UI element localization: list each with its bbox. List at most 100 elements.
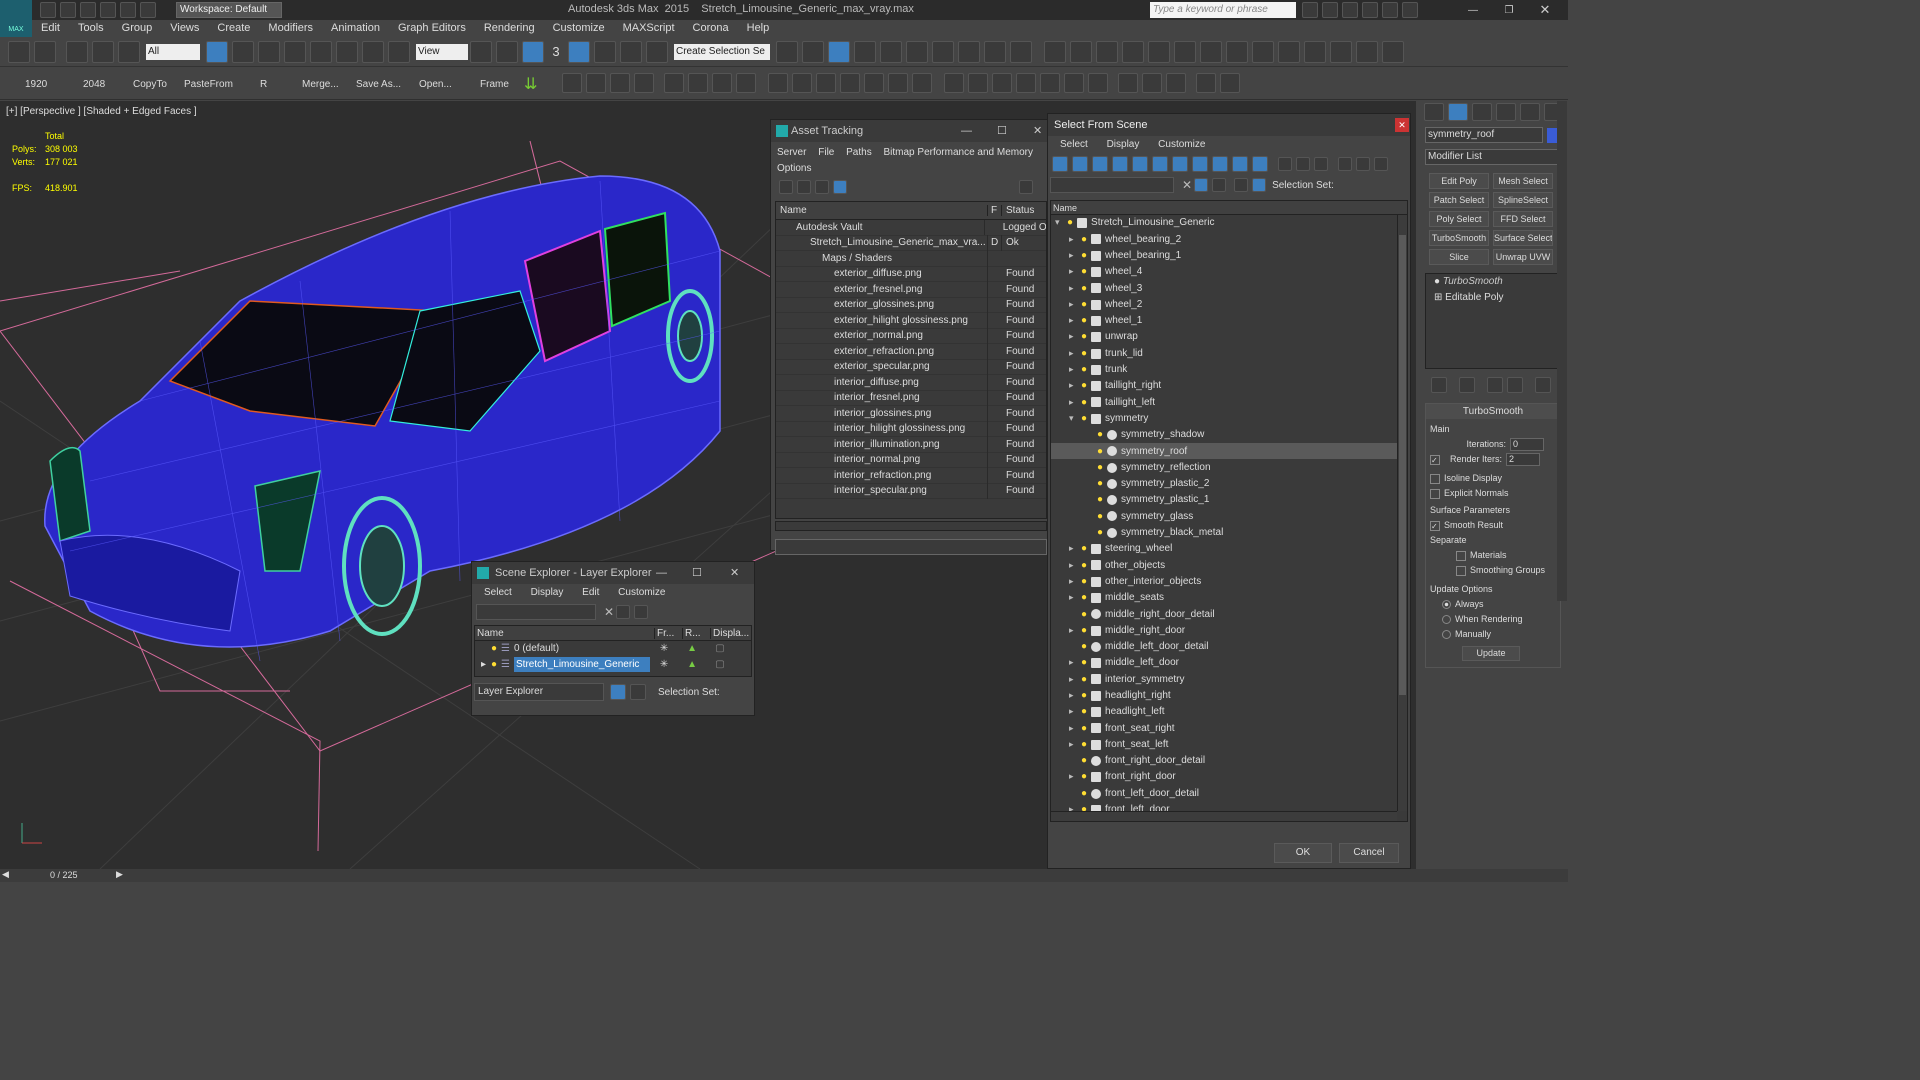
asset-row[interactable]: interior_fresnel.png Found [776, 390, 1046, 406]
selection-filter-dropdown[interactable]: All [146, 43, 200, 60]
col-render[interactable]: R... [683, 627, 711, 639]
gear-icon[interactable] [688, 73, 708, 93]
scene-tree-item[interactable]: ▸ ● taillight_left [1051, 394, 1407, 410]
snaps-toggle[interactable]: 3 [546, 41, 566, 63]
menu-customize[interactable]: Customize [544, 20, 614, 37]
make-unique-icon[interactable] [1487, 377, 1503, 393]
filter-spacewarps-icon[interactable] [1152, 156, 1168, 172]
table-view-icon[interactable] [833, 180, 847, 194]
expand-arrow-icon[interactable]: ▸ [1069, 329, 1081, 345]
layer-row-default[interactable]: ● ☰ 0 (default) ✳ ▲ ▢ [475, 641, 751, 657]
close-icon[interactable]: ✕ [730, 562, 739, 584]
tree-column-header[interactable]: Name [1051, 201, 1407, 215]
angle-snap-icon[interactable] [568, 40, 590, 63]
bulb-icon[interactable]: ● [1081, 623, 1087, 639]
close-icon[interactable]: ✕ [1395, 118, 1409, 132]
find-case-icon[interactable] [1212, 178, 1227, 192]
bulb-icon[interactable]: ● [1081, 248, 1087, 264]
smooth-result-checkbox[interactable]: ✓ [1430, 520, 1440, 531]
project-folder-icon[interactable] [140, 2, 156, 18]
asset-row[interactable]: exterior_diffuse.png Found [776, 266, 1046, 282]
toggle-ribbon-icon[interactable] [854, 40, 876, 63]
open-button[interactable]: Open... [419, 79, 452, 90]
vray-bulb-icon[interactable] [1382, 40, 1404, 63]
bulb-icon[interactable]: ● [1081, 737, 1087, 753]
fur-icon[interactable] [1088, 73, 1108, 93]
layer-explorer-icon[interactable] [828, 40, 850, 63]
collapse-arrow-icon[interactable]: ▾ [1069, 411, 1081, 427]
copyto-button[interactable]: CopyTo [133, 79, 167, 90]
collapse-arrow-icon[interactable]: ▾ [1055, 215, 1067, 231]
tree-vscroll-thumb[interactable] [1399, 235, 1406, 695]
scale-icon[interactable] [362, 40, 384, 63]
hierarchy-mode-icon[interactable] [1252, 178, 1267, 192]
vray-mesh-export-icon[interactable] [1226, 40, 1248, 63]
scene-tree-item[interactable]: ● symmetry_reflection [1051, 459, 1407, 475]
explorer-mode-dropdown[interactable]: Layer Explorer [474, 683, 604, 701]
help-icon[interactable] [1402, 2, 1418, 18]
find-options-icon[interactable] [1194, 178, 1209, 192]
object-name-field[interactable]: symmetry_roof [1425, 127, 1543, 143]
select-all-icon[interactable] [1278, 157, 1292, 171]
col-freeze[interactable]: Fr... [655, 627, 683, 639]
filter-options-icon[interactable] [1356, 157, 1370, 171]
bulb-icon[interactable]: ● [1081, 574, 1087, 590]
ball-icon[interactable] [912, 73, 932, 93]
table-icon[interactable] [634, 73, 654, 93]
freeze-icon[interactable]: ✳ [650, 641, 678, 657]
scene-tree-item[interactable]: ▸ ● trunk_lid [1051, 345, 1407, 361]
layer-stack-icon[interactable] [634, 605, 649, 619]
filter-bones-icon[interactable] [1212, 156, 1228, 172]
clear-filter-icon[interactable]: ✕ [604, 605, 614, 619]
plane-icon[interactable] [768, 73, 788, 93]
bulb-icon[interactable]: ● [1097, 525, 1103, 541]
hair-icon[interactable] [1064, 73, 1084, 93]
undo-icon[interactable] [100, 2, 116, 18]
modifier-list-dropdown[interactable]: Modifier List [1425, 149, 1559, 165]
display-box-icon[interactable]: ▢ [706, 657, 734, 673]
bulb-icon[interactable]: ● [1081, 590, 1087, 606]
menu-tools[interactable]: Tools [69, 20, 113, 37]
maximize-icon[interactable]: ❐ [1491, 5, 1527, 16]
asset-row[interactable]: Autodesk Vault Logged O [776, 219, 1046, 236]
ok-button[interactable]: OK [1274, 843, 1332, 863]
always-radio[interactable] [1442, 600, 1451, 609]
teapot-icon[interactable] [562, 73, 582, 93]
sun-icon[interactable] [1070, 40, 1092, 63]
material-editor-icon[interactable] [932, 40, 954, 63]
isoline-checkbox[interactable] [1430, 473, 1440, 484]
bulb-icon[interactable]: ● [1081, 655, 1087, 671]
displace-icon[interactable] [1016, 73, 1036, 93]
layer-row-limousine[interactable]: ▸ ● ☰ Stretch_Limousine_Generic ✳ ▲ ▢ [475, 656, 751, 673]
viewport-label[interactable]: [+] [Perspective ] [Shaded + Edged Faces… [6, 106, 197, 117]
scene-tree-item[interactable]: ● middle_left_door_detail [1051, 639, 1407, 655]
mirror-icon[interactable] [776, 40, 798, 63]
scene-tree-item[interactable]: ▸ ● taillight_right [1051, 378, 1407, 394]
vray-dome-icon[interactable] [1330, 40, 1352, 63]
scene-tree-item[interactable]: ▸ ● front_seat_right [1051, 720, 1407, 736]
col-status[interactable]: Status [1002, 205, 1034, 216]
expand-arrow-icon[interactable]: ▸ [1069, 378, 1081, 394]
filter-frozen-icon[interactable] [1252, 156, 1268, 172]
redo-icon[interactable] [120, 2, 136, 18]
ref-coord-dropdown[interactable]: View [416, 43, 468, 60]
bowl-icon[interactable] [840, 73, 860, 93]
iterations-spinner[interactable]: 0 [1510, 438, 1544, 451]
light-icon[interactable] [1044, 40, 1066, 63]
scene-tree-item[interactable]: ▸ ● middle_right_door [1051, 622, 1407, 638]
poly-select-button[interactable]: Poly Select [1429, 211, 1489, 227]
preset-1920[interactable]: 1920 [25, 79, 47, 90]
render-iters-checkbox[interactable]: ✓ [1430, 454, 1440, 465]
undo-icon[interactable] [8, 40, 30, 63]
color-icon[interactable] [1166, 73, 1186, 93]
bulb-icon[interactable]: ● [1081, 232, 1087, 248]
scene-tree-item[interactable]: ● front_left_door_detail [1051, 785, 1407, 801]
menu-maxscript[interactable]: MAXScript [614, 20, 684, 37]
globe-icon[interactable] [1118, 73, 1138, 93]
expand-arrow-icon[interactable]: ▸ [1069, 590, 1081, 606]
frame-button[interactable]: Frame [480, 79, 509, 90]
menu-edit[interactable]: Edit [32, 20, 69, 37]
asset-hscrollbar[interactable] [775, 521, 1047, 531]
expand-arrow-icon[interactable]: ▸ [1069, 248, 1081, 264]
menu-views[interactable]: Views [161, 20, 208, 37]
